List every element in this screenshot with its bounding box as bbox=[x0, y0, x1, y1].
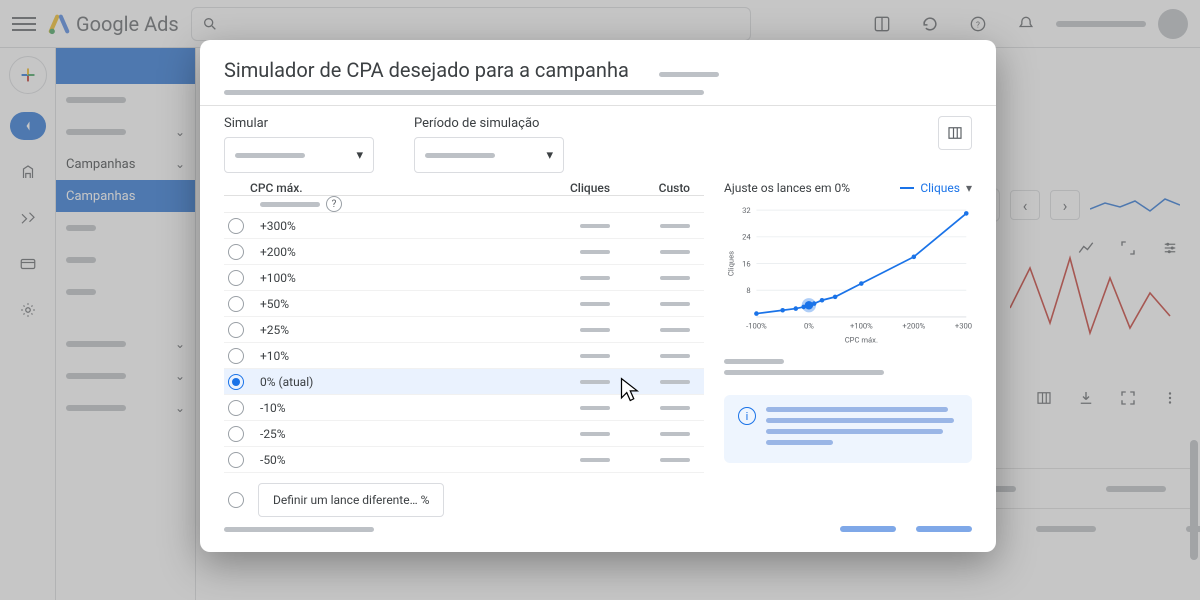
bid-option-row[interactable]: +200% bbox=[224, 239, 704, 265]
bid-option-radio[interactable] bbox=[228, 452, 244, 468]
clicks-value-placeholder bbox=[580, 250, 610, 254]
clicks-value-placeholder bbox=[580, 458, 610, 462]
bid-option-radio[interactable] bbox=[228, 270, 244, 286]
bid-option-label: 0% (atual) bbox=[250, 375, 524, 389]
period-dropdown[interactable]: ▾ bbox=[414, 137, 564, 173]
bid-option-radio[interactable] bbox=[228, 218, 244, 234]
bid-option-radio[interactable] bbox=[228, 244, 244, 260]
bid-option-row[interactable]: +300% bbox=[224, 213, 704, 239]
clicks-value-placeholder bbox=[580, 354, 610, 358]
cost-value-placeholder bbox=[660, 458, 690, 462]
dialog-subtitle-placeholder bbox=[224, 90, 704, 95]
simulate-label: Simular bbox=[224, 116, 374, 131]
bid-option-row[interactable]: -50% bbox=[224, 447, 704, 473]
bid-option-radio[interactable] bbox=[228, 374, 244, 390]
bid-option-row[interactable]: +25% bbox=[224, 317, 704, 343]
cost-value-placeholder bbox=[660, 354, 690, 358]
bid-option-radio[interactable] bbox=[228, 348, 244, 364]
cost-value-placeholder bbox=[660, 250, 690, 254]
svg-text:+300%: +300% bbox=[955, 321, 972, 330]
svg-text:Cliques: Cliques bbox=[727, 251, 736, 276]
clicks-value-placeholder bbox=[580, 302, 610, 306]
svg-text:8: 8 bbox=[746, 286, 750, 295]
simulator-chart: 8 16 24 32 Cliques -100% 0% +100% +200% +300% CPC … bbox=[724, 199, 972, 349]
cost-value-placeholder bbox=[660, 432, 690, 436]
svg-text:+200%: +200% bbox=[902, 321, 925, 330]
secondary-action-button[interactable] bbox=[840, 526, 896, 532]
bid-option-radio[interactable] bbox=[228, 426, 244, 442]
bid-option-label: -50% bbox=[250, 453, 524, 467]
simulate-dropdown[interactable]: ▾ bbox=[224, 137, 374, 173]
bid-simulator-dialog: Simulador de CPA desejado para a campanh… bbox=[200, 40, 996, 552]
bid-option-row[interactable]: -25% bbox=[224, 421, 704, 447]
bid-option-label: +200% bbox=[250, 245, 524, 259]
bid-option-radio[interactable] bbox=[228, 322, 244, 338]
bid-option-row[interactable]: +100% bbox=[224, 265, 704, 291]
svg-text:32: 32 bbox=[742, 206, 751, 215]
bid-option-label: +25% bbox=[250, 323, 524, 337]
cost-value-placeholder bbox=[660, 406, 690, 410]
footer-info-placeholder bbox=[224, 527, 374, 532]
columns-icon bbox=[946, 124, 964, 142]
simulation-table: CPC máx. Cliques Custo ? +300% +200% +100%… bbox=[224, 181, 704, 498]
cost-value-placeholder bbox=[660, 276, 690, 280]
clicks-value-placeholder bbox=[580, 224, 610, 228]
title-placeholder bbox=[659, 72, 719, 77]
clicks-value-placeholder bbox=[580, 328, 610, 332]
svg-text:16: 16 bbox=[742, 259, 751, 268]
col-clicks: Cliques bbox=[524, 181, 624, 195]
period-label: Período de simulação bbox=[414, 116, 564, 131]
svg-text:CPC máx.: CPC máx. bbox=[845, 336, 878, 345]
chart-series-label: Cliques bbox=[920, 181, 960, 195]
bid-option-label: -25% bbox=[250, 427, 524, 441]
bid-option-label: +10% bbox=[250, 349, 524, 363]
bid-option-row[interactable]: 0% (atual) bbox=[224, 369, 704, 395]
cost-value-placeholder bbox=[660, 302, 690, 306]
col-cost: Custo bbox=[624, 181, 704, 195]
bid-option-radio[interactable] bbox=[228, 296, 244, 312]
svg-text:0%: 0% bbox=[804, 321, 814, 330]
bid-option-radio[interactable] bbox=[228, 400, 244, 416]
chart-caption-placeholder bbox=[724, 370, 884, 375]
bid-option-label: +300% bbox=[250, 219, 524, 233]
info-callout: i bbox=[724, 395, 972, 463]
svg-text:-100%: -100% bbox=[746, 321, 767, 330]
svg-text:24: 24 bbox=[742, 233, 751, 242]
clicks-value-placeholder bbox=[580, 380, 610, 384]
chart-header: Ajuste os lances em 0% bbox=[724, 181, 850, 195]
bid-option-label: +100% bbox=[250, 271, 524, 285]
bid-option-label: -10% bbox=[250, 401, 524, 415]
dialog-title: Simulador de CPA desejado para a campanh… bbox=[224, 58, 629, 82]
bid-option-row[interactable]: -10% bbox=[224, 395, 704, 421]
bid-option-row[interactable]: +10% bbox=[224, 343, 704, 369]
info-icon: i bbox=[738, 407, 756, 425]
clicks-value-placeholder bbox=[580, 406, 610, 410]
columns-toggle-button[interactable] bbox=[938, 116, 972, 150]
clicks-value-placeholder bbox=[580, 432, 610, 436]
chart-caption-placeholder bbox=[724, 359, 784, 364]
cost-value-placeholder bbox=[660, 380, 690, 384]
cost-value-placeholder bbox=[660, 224, 690, 228]
help-tooltip-icon[interactable]: ? bbox=[326, 196, 342, 212]
bid-option-label: +50% bbox=[250, 297, 524, 311]
cost-value-placeholder bbox=[660, 328, 690, 332]
svg-text:+100%: +100% bbox=[850, 321, 873, 330]
clicks-value-placeholder bbox=[580, 276, 610, 280]
col-cpc: CPC máx. bbox=[224, 181, 524, 195]
primary-action-button[interactable] bbox=[916, 526, 972, 532]
chart-series-dropdown[interactable]: Cliques ▾ bbox=[900, 181, 972, 195]
bid-option-row[interactable]: +50% bbox=[224, 291, 704, 317]
